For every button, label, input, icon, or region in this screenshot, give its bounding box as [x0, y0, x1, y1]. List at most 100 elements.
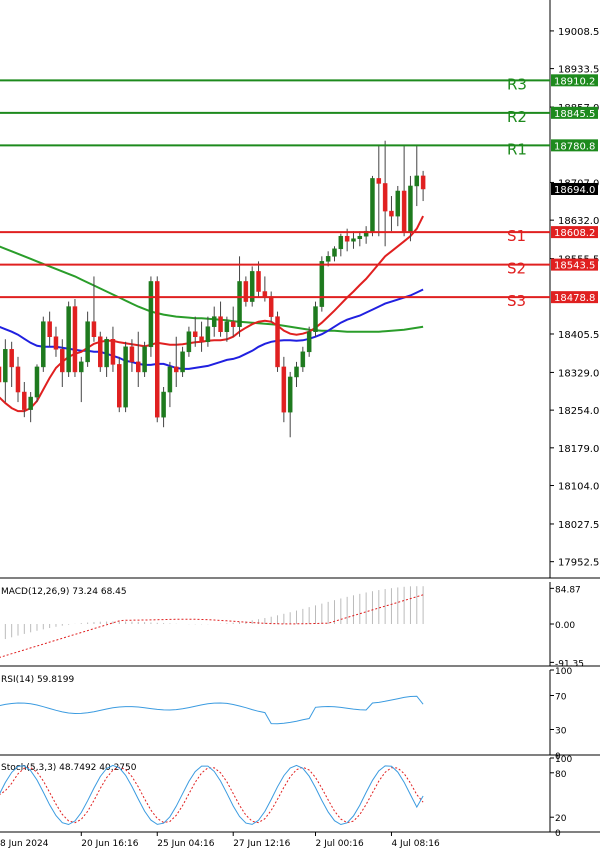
- stoch-panel: Stoch(5,3,3) 48.7492 40.2750 100 80 20 0: [0, 755, 600, 839]
- candle-up: [34, 366, 40, 398]
- level-name-s3: S3: [507, 292, 526, 310]
- level-price-label: 18478.8: [554, 293, 595, 304]
- level-name-r1: R1: [507, 140, 527, 158]
- time-tick-label: 4 Jul 08:16: [391, 839, 440, 849]
- price-tick-label: 18632.0: [558, 216, 599, 227]
- candle-up: [205, 326, 211, 343]
- candle-up: [148, 281, 154, 348]
- trading-chart: 19008.518933.518857.018707.018632.018555…: [0, 0, 600, 849]
- candle-up: [224, 321, 230, 332]
- rsi-indicator-label: RSI(14) 59.8199: [1, 675, 74, 685]
- candle-up: [41, 321, 46, 368]
- price-tick-label: 18405.5: [558, 330, 599, 341]
- level-name-r2: R2: [507, 108, 527, 126]
- candle-down: [22, 391, 27, 410]
- candle-up: [357, 235, 363, 239]
- candle-down: [129, 346, 135, 363]
- candle-up: [211, 316, 217, 327]
- candle-up: [408, 185, 413, 232]
- candle-up: [104, 339, 109, 368]
- price-tick-label: 18179.0: [558, 444, 599, 455]
- time-tick-label: 20 Jun 16:16: [81, 839, 138, 849]
- candle-down: [344, 235, 350, 242]
- candle-down: [110, 339, 116, 365]
- stoch-tick-label: 100: [555, 755, 572, 765]
- rsi-tick-label: 30: [555, 727, 567, 737]
- stoch-tick-label: 80: [555, 770, 567, 780]
- candle-down: [192, 331, 198, 337]
- time-tick-label: 25 Jun 04:16: [157, 839, 214, 849]
- candle-down: [389, 210, 394, 217]
- level-name-s2: S2: [507, 260, 526, 278]
- candle-down: [382, 183, 388, 212]
- price-panel: 19008.518933.518857.018707.018632.018555…: [0, 0, 600, 579]
- rsi-tick-label: 70: [555, 693, 567, 703]
- rsi-line: [0, 695, 424, 725]
- candle-down: [91, 321, 97, 337]
- candle-up: [313, 306, 318, 332]
- candle-up: [294, 366, 299, 378]
- level-name-s1: S1: [507, 227, 526, 245]
- level-price-label: 18845.5: [554, 109, 595, 120]
- candle-down: [218, 316, 223, 332]
- candle-up: [351, 238, 356, 242]
- stoch-tick-label: 20: [555, 814, 567, 824]
- candle-up: [287, 376, 293, 413]
- candle-down: [281, 366, 287, 413]
- candle-up: [306, 331, 312, 353]
- candle-up: [332, 248, 337, 257]
- candle-up: [300, 351, 306, 368]
- candle-up: [3, 349, 8, 383]
- candle-up: [186, 331, 192, 353]
- candle-down: [199, 336, 204, 343]
- candle-up: [85, 321, 90, 363]
- candle-down: [262, 291, 268, 297]
- candle-up: [28, 396, 33, 410]
- candle-down: [0, 366, 2, 383]
- macd-indicator-label: MACD(12,26,9) 73.24 68.45: [1, 587, 127, 597]
- candle-down: [275, 316, 280, 368]
- candle-up: [79, 361, 84, 373]
- time-tick-label: 2 Jul 00:16: [316, 839, 365, 849]
- candle-up: [237, 281, 242, 327]
- moving-average-green: [0, 245, 424, 333]
- level-price-label: 18543.5: [554, 261, 595, 272]
- price-tick-label: 18104.0: [558, 482, 599, 493]
- level-price-label: 18910.2: [554, 76, 595, 87]
- candle-up: [338, 235, 344, 250]
- last-price-label: 18694.0: [554, 185, 595, 196]
- candle-down: [72, 306, 78, 373]
- price-tick-label: 17952.5: [558, 558, 599, 569]
- candle-up: [167, 366, 173, 393]
- candle-down: [243, 281, 249, 302]
- stoch-d-line: [0, 766, 424, 824]
- price-tick-label: 18027.5: [558, 520, 599, 531]
- price-tick-label: 18933.5: [558, 65, 599, 76]
- candle-up: [142, 346, 147, 373]
- candle-down: [256, 271, 261, 292]
- macd-tick-label: 84.87: [555, 585, 581, 595]
- price-tick-label: 19008.5: [558, 27, 599, 38]
- macd-panel: MACD(12,26,9) 73.24 68.45 84.870.00-91.35: [0, 582, 600, 669]
- rsi-tick-label: 100: [555, 667, 572, 677]
- price-tick-label: 18329.0: [558, 368, 599, 379]
- time-axis: 8 Jun 2024 20 Jun 16:16 25 Jun 04:16 27 Jun…: [0, 832, 440, 849]
- level-price-label: 18780.8: [554, 141, 595, 152]
- stoch-indicator-label: Stoch(5,3,3) 48.7492 40.2750: [1, 763, 137, 773]
- candle-down: [9, 349, 14, 368]
- chart-root: 19008.518933.518857.018707.018632.018555…: [0, 0, 600, 849]
- candle-down: [60, 349, 65, 373]
- candle-up: [395, 190, 401, 217]
- candle-down: [420, 175, 426, 190]
- stoch-k-line: [0, 764, 424, 826]
- candle-down: [155, 281, 160, 418]
- candle-down: [230, 321, 236, 327]
- candle-up: [319, 261, 325, 307]
- candle-down: [98, 336, 103, 368]
- candle-down: [376, 178, 382, 184]
- candle-down: [15, 366, 21, 393]
- candle-up: [370, 178, 375, 232]
- candle-down: [136, 361, 141, 373]
- price-tick-label: 18254.0: [558, 406, 599, 417]
- time-tick-label: 27 Jun 12:16: [233, 839, 290, 849]
